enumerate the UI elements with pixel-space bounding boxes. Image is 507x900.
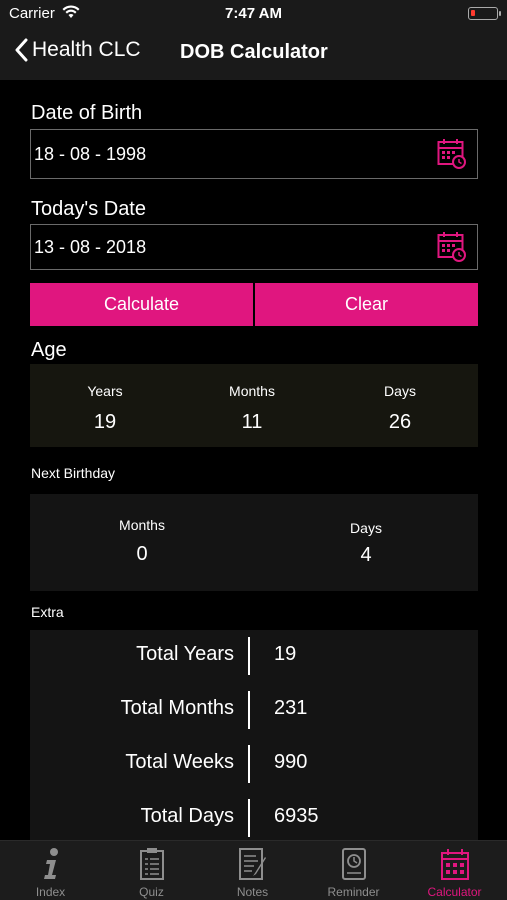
tab-index[interactable]: Index: [0, 841, 101, 900]
battery-icon: [468, 7, 501, 20]
dob-label: Date of Birth: [31, 102, 143, 124]
age-months-label: Months: [229, 383, 275, 399]
divider: [248, 637, 250, 675]
extra-row-label: Total Months: [120, 697, 234, 719]
extra-row-label: Total Weeks: [125, 751, 234, 773]
tab-bar: Index Quiz Notes Reminder Calculator: [0, 840, 507, 900]
extra-panel: Total Years 19 Total Months 231 Total We…: [30, 630, 478, 840]
reminder-icon: [341, 848, 366, 880]
extra-row: Total Weeks 990: [30, 745, 478, 785]
dob-field[interactable]: 18 - 08 - 1998: [30, 129, 478, 179]
extra-title: Extra: [31, 604, 64, 620]
extra-row: Total Days 6935: [30, 799, 478, 839]
back-button-label: Health CLC: [32, 38, 141, 61]
tab-quiz[interactable]: Quiz: [101, 841, 202, 900]
next-birthday-title: Next Birthday: [31, 465, 116, 481]
today-value: 13 - 08 - 2018: [34, 237, 147, 257]
divider: [248, 745, 250, 783]
extra-row: Total Years 19: [30, 637, 478, 677]
age-days-label: Days: [384, 383, 416, 399]
tab-notes[interactable]: Notes: [202, 841, 303, 900]
calendar-icon[interactable]: [437, 231, 467, 263]
age-years-value: 19: [93, 411, 117, 433]
age-months: Months 11: [207, 383, 297, 434]
tab-reminder[interactable]: Reminder: [303, 841, 404, 900]
tab-label: Calculator: [427, 885, 482, 899]
extra-row-value: 19: [274, 643, 297, 665]
clear-button[interactable]: Clear: [255, 283, 478, 326]
age-section-title: Age: [31, 339, 67, 361]
next-birthday-months: Months 0: [97, 517, 187, 566]
next-birthday-panel: Months 0 Days 4: [30, 494, 478, 591]
tab-label: Quiz: [139, 885, 164, 899]
age-panel: Years 19 Months 11 Days 26: [30, 364, 478, 447]
divider: [248, 799, 250, 837]
tab-calculator[interactable]: Calculator: [404, 841, 505, 900]
next-birthday-days: Days 4: [321, 520, 411, 567]
extra-row-value: 990: [274, 751, 308, 773]
chevron-left-icon: [15, 38, 28, 62]
next-birthday-months-label: Months: [119, 517, 165, 533]
extra-row-value: 231: [274, 697, 308, 719]
today-label: Today's Date: [31, 198, 146, 220]
page-title: DOB Calculator: [180, 41, 328, 63]
age-months-value: 11: [241, 411, 263, 433]
calendar-icon[interactable]: [437, 138, 467, 170]
calculator-calendar-icon: [440, 849, 469, 880]
clipboard-icon: [139, 848, 164, 880]
next-birthday-days-label: Days: [350, 520, 382, 536]
age-years-label: Years: [87, 383, 123, 399]
age-years: Years 19: [60, 383, 150, 434]
status-bar: Carrier 7:47 AM: [0, 0, 507, 28]
info-icon: [43, 848, 58, 879]
tab-label: Index: [35, 885, 66, 899]
notes-icon: [238, 848, 266, 880]
divider: [248, 691, 250, 729]
age-days-value: 26: [388, 411, 412, 433]
calculate-button[interactable]: Calculate: [30, 283, 253, 326]
extra-row-label: Total Days: [140, 805, 234, 827]
next-birthday-months-value: 0: [136, 543, 148, 565]
age-days: Days 26: [355, 383, 445, 434]
status-time: 7:47 AM: [225, 5, 282, 22]
next-birthday-days-value: 4: [360, 544, 372, 566]
dob-value: 18 - 08 - 1998: [34, 144, 147, 164]
extra-row-value: 6935: [274, 805, 319, 827]
tab-label: Notes: [236, 885, 269, 899]
today-field[interactable]: 13 - 08 - 2018: [30, 224, 478, 270]
nav-bar: Health CLC DOB Calculator: [0, 28, 507, 80]
back-button[interactable]: Health CLC: [14, 38, 141, 62]
tab-label: Reminder: [327, 885, 380, 899]
main-content: Date of Birth 18 - 08 - 1998 Today's Dat…: [0, 80, 507, 840]
extra-row: Total Months 231: [30, 691, 478, 731]
extra-row-label: Total Years: [136, 643, 234, 665]
